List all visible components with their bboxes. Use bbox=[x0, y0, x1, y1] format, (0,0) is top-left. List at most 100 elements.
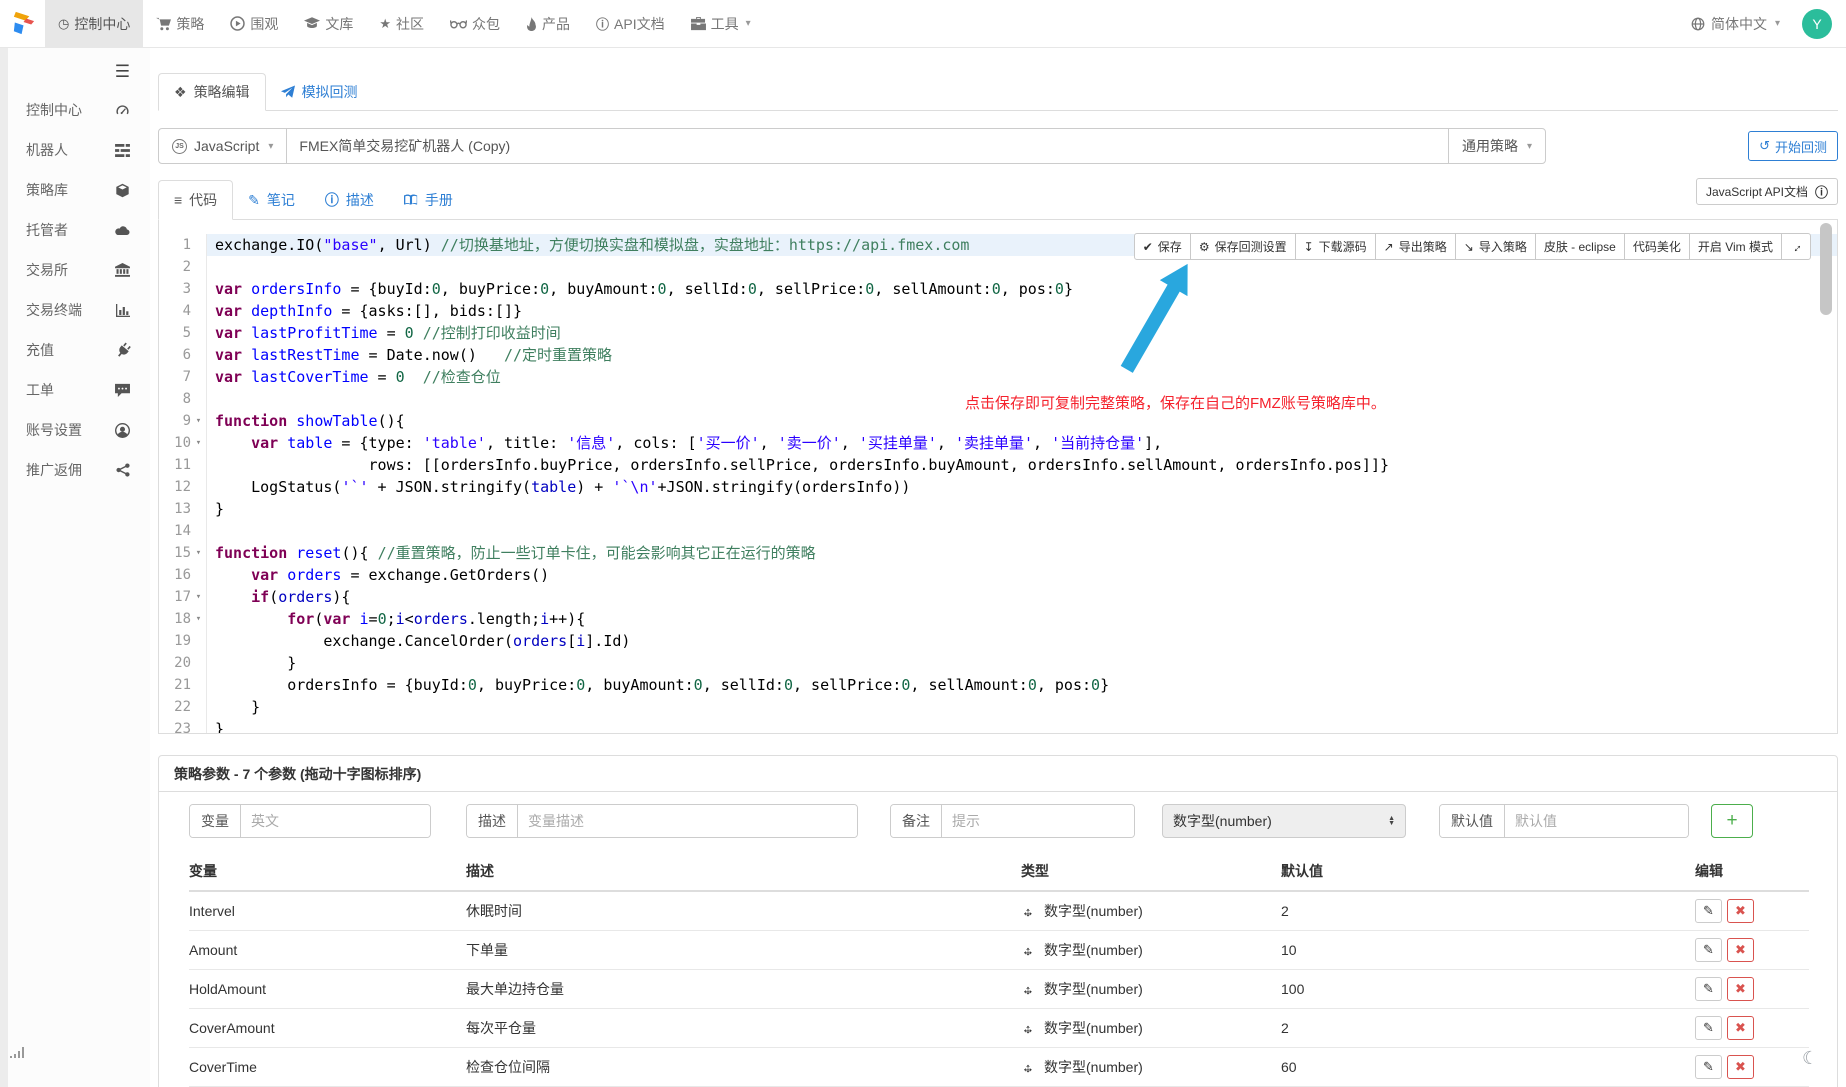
nav-item-community[interactable]: ★ 社区 bbox=[366, 0, 437, 48]
nav-item-watch[interactable]: 围观 bbox=[217, 0, 291, 48]
code-line[interactable]: 16 var orders = exchange.GetOrders() bbox=[159, 564, 1837, 586]
vim-mode-button[interactable]: 开启 Vim 模式 bbox=[1689, 233, 1782, 260]
gutter: 20 bbox=[159, 652, 207, 674]
fullscreen-button[interactable]: ↔ bbox=[1781, 233, 1811, 260]
code-line[interactable]: 7var lastCoverTime = 0 //检查仓位 bbox=[159, 366, 1837, 388]
language-selector[interactable]: 简体中文 ▾ bbox=[1691, 14, 1780, 34]
save-button[interactable]: ✔ 保存 bbox=[1134, 233, 1191, 260]
sidebar-item-tickets[interactable]: 工单 bbox=[0, 370, 150, 410]
code-text: var table = {type: 'table', title: '信息',… bbox=[207, 432, 1162, 454]
sidebar-item-strategy-library[interactable]: 策略库 bbox=[0, 170, 150, 210]
delete-param-button[interactable]: ✖ bbox=[1727, 1055, 1754, 1079]
param-desc-input[interactable] bbox=[518, 805, 857, 837]
drag-move-icon[interactable]: ↔↕ bbox=[1021, 1021, 1035, 1036]
code-line[interactable]: 11 rows: [[ordersInfo.buyPrice, ordersIn… bbox=[159, 454, 1837, 476]
sidebar-item-host[interactable]: 托管者 bbox=[0, 210, 150, 250]
tab-strategy-edit[interactable]: ❖ 策略编辑 bbox=[158, 73, 266, 111]
drag-move-icon[interactable]: ↔↕ bbox=[1021, 1060, 1035, 1075]
night-mode-toggle[interactable]: ☾ bbox=[1802, 1048, 1818, 1069]
tab-code[interactable]: ≡ 代码 bbox=[158, 180, 233, 220]
code-editor[interactable]: 1exchange.IO("base", Url) //切换基地址，方便切换实盘… bbox=[158, 220, 1838, 734]
add-param-button[interactable]: + bbox=[1711, 804, 1753, 838]
javascript-api-doc-button[interactable]: JavaScript API文档 ⓘ bbox=[1696, 178, 1838, 205]
code-line[interactable]: 21 ordersInfo = {buyId:0, buyPrice:0, bu… bbox=[159, 674, 1837, 696]
strategy-category-dropdown[interactable]: 通用策略 ▾ bbox=[1448, 129, 1545, 163]
nav-item-product[interactable]: 产品 bbox=[513, 0, 583, 48]
drag-move-icon[interactable]: ↔↕ bbox=[1021, 904, 1035, 919]
edit-param-button[interactable]: ✎ bbox=[1695, 938, 1722, 962]
tab-note[interactable]: ✎ 笔记 bbox=[233, 181, 310, 219]
param-type-select[interactable]: 数字型(number) ▲▼ bbox=[1162, 804, 1406, 838]
sidebar-item-account-settings[interactable]: 账号设置 bbox=[0, 410, 150, 450]
sidebar-collapse-button[interactable]: ☰ bbox=[0, 48, 150, 90]
edit-param-button[interactable]: ✎ bbox=[1695, 1055, 1722, 1079]
code-line[interactable]: 14 bbox=[159, 520, 1837, 542]
delete-param-button[interactable]: ✖ bbox=[1727, 938, 1754, 962]
sidebar-item-trade-terminal[interactable]: 交易终端 bbox=[0, 290, 150, 330]
download-source-button[interactable]: ↧ 下载源码 bbox=[1295, 233, 1376, 260]
code-line[interactable]: 6var lastRestTime = Date.now() //定时重置策略 bbox=[159, 344, 1837, 366]
tab-description[interactable]: ⓘ 描述 bbox=[310, 181, 389, 219]
sidebar-item-control-center[interactable]: 控制中心 bbox=[0, 90, 150, 130]
tab-simulated-backtest[interactable]: 模拟回测 bbox=[266, 74, 373, 110]
nav-item-strategy[interactable]: 策略 bbox=[143, 0, 217, 48]
code-line[interactable]: 17▾ if(orders){ bbox=[159, 586, 1837, 608]
delete-param-button[interactable]: ✖ bbox=[1727, 899, 1754, 923]
code-line[interactable]: 22 } bbox=[159, 696, 1837, 718]
drag-move-icon[interactable]: ↔↕ bbox=[1021, 943, 1035, 958]
edit-param-button[interactable]: ✎ bbox=[1695, 899, 1722, 923]
save-backtest-settings-button[interactable]: ⚙ 保存回测设置 bbox=[1190, 233, 1296, 260]
edit-param-button[interactable]: ✎ bbox=[1695, 1016, 1722, 1040]
gutter: 3 bbox=[159, 278, 207, 300]
sidebar-item-recharge[interactable]: 充值 bbox=[0, 330, 150, 370]
fold-arrow-icon[interactable]: ▾ bbox=[191, 586, 206, 608]
param-note-input[interactable] bbox=[942, 805, 1134, 837]
nav-item-tools[interactable]: 工具 ▾ bbox=[678, 0, 764, 48]
code-line[interactable]: 4var depthInfo = {asks:[], bids:[]} bbox=[159, 300, 1837, 322]
delete-param-button[interactable]: ✖ bbox=[1727, 1016, 1754, 1040]
nav-item-control-center[interactable]: ◷ 控制中心 bbox=[45, 0, 143, 48]
avatar[interactable]: Y bbox=[1802, 9, 1832, 39]
nav-item-library[interactable]: 文库 bbox=[291, 0, 366, 48]
skin-button[interactable]: 皮肤 - eclipse bbox=[1535, 233, 1625, 260]
code-line[interactable]: 12 LogStatus('`' + JSON.stringify(table)… bbox=[159, 476, 1837, 498]
param-default-input[interactable] bbox=[1505, 805, 1688, 837]
sidebar-item-exchange[interactable]: 交易所 bbox=[0, 250, 150, 290]
nav-label: 文库 bbox=[325, 14, 353, 34]
code-line[interactable]: 19 exchange.CancelOrder(orders[i].Id) bbox=[159, 630, 1837, 652]
nav-item-api-docs[interactable]: ⓘ API文档 bbox=[583, 0, 678, 48]
tab-manual[interactable]: 手册 bbox=[389, 181, 468, 219]
code-line[interactable]: 3var ordersInfo = {buyId:0, buyPrice:0, … bbox=[159, 278, 1837, 300]
export-strategy-button[interactable]: ↗ 导出策略 bbox=[1375, 233, 1456, 260]
fmz-logo[interactable] bbox=[0, 0, 45, 48]
beautify-button[interactable]: 代码美化 bbox=[1624, 233, 1690, 260]
sidebar-item-robots[interactable]: 机器人 bbox=[0, 130, 150, 170]
language-dropdown[interactable]: JS JavaScript ▾ bbox=[159, 129, 287, 163]
sidebar-item-referral[interactable]: 推广返佣 bbox=[0, 450, 150, 490]
fold-arrow-icon[interactable]: ▾ bbox=[191, 542, 206, 564]
edit-param-button[interactable]: ✎ bbox=[1695, 977, 1722, 1001]
strategy-name-input[interactable] bbox=[287, 129, 1448, 163]
code-line[interactable]: 10▾ var table = {type: 'table', title: '… bbox=[159, 432, 1837, 454]
code-line[interactable]: 18▾ for(var i=0;i<orders.length;i++){ bbox=[159, 608, 1837, 630]
nav-item-crowdsource[interactable]: 众包 bbox=[437, 0, 513, 48]
code-text: } bbox=[207, 498, 224, 520]
code-line[interactable]: 23} bbox=[159, 718, 1837, 734]
import-strategy-button[interactable]: ↘ 导入策略 bbox=[1455, 233, 1536, 260]
param-var-input[interactable] bbox=[241, 805, 430, 837]
code-line[interactable]: 13} bbox=[159, 498, 1837, 520]
fold-arrow-icon[interactable]: ▾ bbox=[191, 432, 206, 454]
start-backtest-button[interactable]: ↺ 开始回测 bbox=[1748, 131, 1838, 161]
code-line[interactable]: 9▾function showTable(){ bbox=[159, 410, 1837, 432]
code-line[interactable]: 20 } bbox=[159, 652, 1837, 674]
fold-arrow-icon[interactable]: ▾ bbox=[191, 608, 206, 630]
nav-label: 社区 bbox=[396, 14, 424, 34]
delete-param-button[interactable]: ✖ bbox=[1727, 977, 1754, 1001]
clock-icon: ◷ bbox=[58, 16, 69, 32]
scrollbar-thumb[interactable] bbox=[1820, 223, 1832, 315]
drag-move-icon[interactable]: ↔↕ bbox=[1021, 982, 1035, 997]
editor-scrollbar[interactable] bbox=[1820, 223, 1832, 730]
code-line[interactable]: 15▾function reset(){ //重置策略，防止一些订单卡住，可能会… bbox=[159, 542, 1837, 564]
code-line[interactable]: 5var lastProfitTime = 0 //控制打印收益时间 bbox=[159, 322, 1837, 344]
fold-arrow-icon[interactable]: ▾ bbox=[191, 410, 206, 432]
